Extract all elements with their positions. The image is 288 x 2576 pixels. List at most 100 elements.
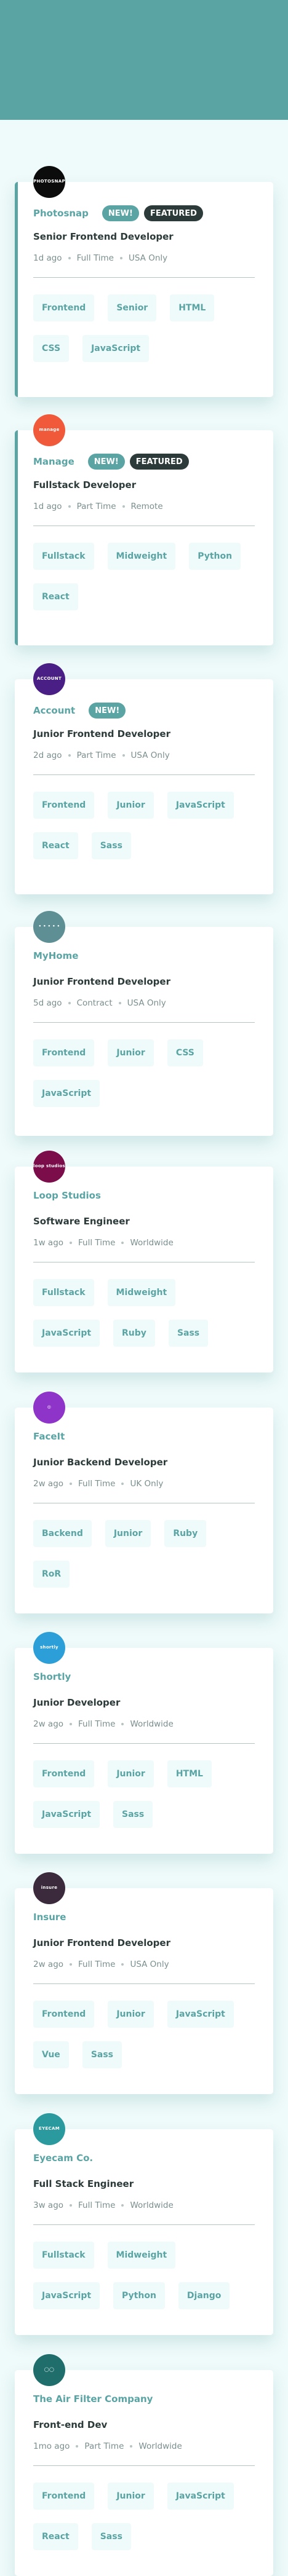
separator-dot	[68, 754, 71, 757]
company-logo-text: • • • • •	[38, 924, 60, 929]
filter-tag[interactable]: HTML	[167, 1760, 212, 1787]
filter-tag[interactable]: CSS	[33, 335, 70, 362]
company-logo-text: manage	[39, 427, 60, 433]
contract-type: Full Time	[78, 1719, 116, 1729]
company-logo-text: PHOTOSNAP	[33, 179, 65, 184]
filter-tag[interactable]: Frontend	[33, 1039, 95, 1066]
contract-type: Full Time	[78, 1960, 116, 1969]
filter-tag[interactable]: React	[33, 2523, 78, 2550]
job-location: Worldwide	[138, 2441, 182, 2451]
tag-list: Frontend Junior HTML JavaScript Sass	[33, 1760, 255, 1828]
filter-tag[interactable]: Junior	[108, 1039, 154, 1066]
job-card[interactable]: ◎ FaceIt Junior Backend Developer 2w ago Ful…	[15, 1392, 273, 1613]
new-badge: NEW!	[102, 205, 139, 221]
filter-tag[interactable]: Backend	[33, 1520, 92, 1547]
job-card[interactable]: EYECAM Eyecam Co. Full Stack Engineer 3w ag…	[15, 2113, 273, 2335]
filter-tag[interactable]: Ruby	[164, 1520, 207, 1547]
filter-tag[interactable]: React	[33, 832, 78, 859]
filter-tag[interactable]: Sass	[113, 1801, 153, 1828]
filter-tag[interactable]: Sass	[168, 1320, 209, 1347]
job-meta: 2w ago Full Time USA Only	[33, 1960, 169, 1969]
filter-tag[interactable]: Midweight	[107, 2242, 176, 2269]
divider	[33, 1022, 255, 1023]
job-position[interactable]: Junior Developer	[33, 1697, 120, 1708]
filter-tag[interactable]: Frontend	[33, 294, 95, 321]
filter-tag[interactable]: Ruby	[113, 1320, 155, 1347]
filter-tag[interactable]: React	[33, 583, 78, 610]
filter-tag[interactable]: Sass	[91, 832, 131, 859]
separator-dot	[68, 505, 71, 508]
separator-dot	[122, 505, 125, 508]
filter-tag[interactable]: JavaScript	[167, 792, 234, 819]
filter-tag[interactable]: Junior	[108, 2483, 154, 2510]
filter-tag[interactable]: Midweight	[107, 543, 176, 570]
filter-tag[interactable]: Fullstack	[33, 1279, 94, 1306]
filter-tag[interactable]: Frontend	[33, 2483, 95, 2510]
contract-type: Full Time	[76, 253, 114, 263]
filter-tag[interactable]: JavaScript	[33, 1801, 100, 1828]
job-card[interactable]: ACCOUNT Account NEW! Junior Frontend Develo…	[15, 663, 273, 894]
company-logo: ACCOUNT	[33, 663, 65, 695]
filter-tag[interactable]: JavaScript	[82, 335, 150, 362]
filter-tag[interactable]: JavaScript	[167, 2483, 234, 2510]
filter-tag[interactable]: JavaScript	[33, 1320, 100, 1347]
company-logo: EYECAM	[33, 2113, 65, 2145]
company-logo: loop studios	[33, 1151, 65, 1183]
filter-tag[interactable]: Junior	[108, 1760, 154, 1787]
company-logo-text: EYECAM	[39, 2126, 60, 2132]
job-card[interactable]: • • • • • MyHome Junior Frontend Developer…	[15, 911, 273, 1136]
company-row: Photosnap NEW! FEATURED	[33, 205, 203, 221]
separator-dot	[118, 1002, 121, 1004]
filter-tag[interactable]: Frontend	[33, 2001, 95, 2028]
job-position[interactable]: Senior Frontend Developer	[33, 231, 174, 242]
filter-tag[interactable]: Python	[189, 543, 241, 570]
company-row: Account NEW!	[33, 703, 126, 719]
filter-tag[interactable]: JavaScript	[33, 2282, 100, 2309]
filter-tag[interactable]: Junior	[105, 1520, 151, 1547]
filter-tag[interactable]: Junior	[108, 2001, 154, 2028]
filter-tag[interactable]: Midweight	[107, 1279, 176, 1306]
job-meta: 1mo ago Part Time Worldwide	[33, 2441, 182, 2451]
filter-tag[interactable]: RoR	[33, 1561, 70, 1588]
filter-tag[interactable]: Frontend	[33, 1760, 95, 1787]
job-card[interactable]: insure Insure Junior Frontend Developer 2w …	[15, 1872, 273, 2094]
filter-tag[interactable]: Senior	[108, 294, 157, 321]
posted-at: 5d ago	[33, 998, 62, 1008]
company-row: Manage NEW! FEATURED	[33, 454, 189, 470]
job-position[interactable]: Junior Frontend Developer	[33, 1937, 170, 1948]
filter-tag[interactable]: Vue	[33, 2041, 69, 2068]
tag-list: Backend Junior Ruby RoR	[33, 1520, 255, 1588]
separator-dot	[70, 1242, 73, 1244]
filter-tag[interactable]: Sass	[91, 2523, 131, 2550]
job-position[interactable]: Full Stack Engineer	[33, 2178, 134, 2189]
job-position[interactable]: Software Engineer	[33, 1216, 130, 1227]
filter-tag[interactable]: Junior	[108, 792, 154, 819]
filter-tag[interactable]: Sass	[82, 2041, 122, 2068]
filter-tag[interactable]: JavaScript	[167, 2001, 234, 2028]
job-card[interactable]: loop studios Loop Studios Software Enginee…	[15, 1151, 273, 1373]
filter-tag[interactable]: HTML	[170, 294, 215, 321]
job-card[interactable]: manage Manage NEW! FEATURED Fullstack Develo…	[15, 414, 273, 645]
tag-list: Frontend Junior CSS JavaScript	[33, 1039, 255, 1107]
job-position[interactable]: Fullstack Developer	[33, 479, 136, 490]
filter-tag[interactable]: Django	[178, 2282, 230, 2309]
separator-dot	[70, 2204, 73, 2207]
posted-at: 3w ago	[33, 2200, 64, 2210]
filter-tag[interactable]: JavaScript	[33, 1080, 100, 1107]
filter-tag[interactable]: Fullstack	[33, 2242, 94, 2269]
job-card[interactable]: shortly Shortly Junior Developer 2w ago Full…	[15, 1632, 273, 1854]
filter-tag[interactable]: CSS	[167, 1039, 203, 1066]
filter-tag[interactable]: Python	[113, 2282, 165, 2309]
job-card[interactable]: PHOTOSNAP Photosnap NEW! FEATURED Senior Fro…	[15, 166, 273, 397]
new-badge: NEW!	[89, 703, 126, 719]
job-position[interactable]: Junior Frontend Developer	[33, 728, 170, 739]
job-card[interactable]: ◯◯ The Air Filter Company Front-end Dev 1mo…	[15, 2354, 273, 2576]
company-logo-text: ACCOUNT	[36, 676, 62, 682]
job-position[interactable]: Junior Frontend Developer	[33, 976, 170, 987]
job-position[interactable]: Front-end Dev	[33, 2419, 107, 2430]
job-position[interactable]: Junior Backend Developer	[33, 1457, 167, 1468]
posted-at: 2d ago	[33, 750, 62, 760]
filter-tag[interactable]: Frontend	[33, 792, 95, 819]
company-logo-text: shortly	[40, 1645, 58, 1650]
filter-tag[interactable]: Fullstack	[33, 543, 94, 570]
